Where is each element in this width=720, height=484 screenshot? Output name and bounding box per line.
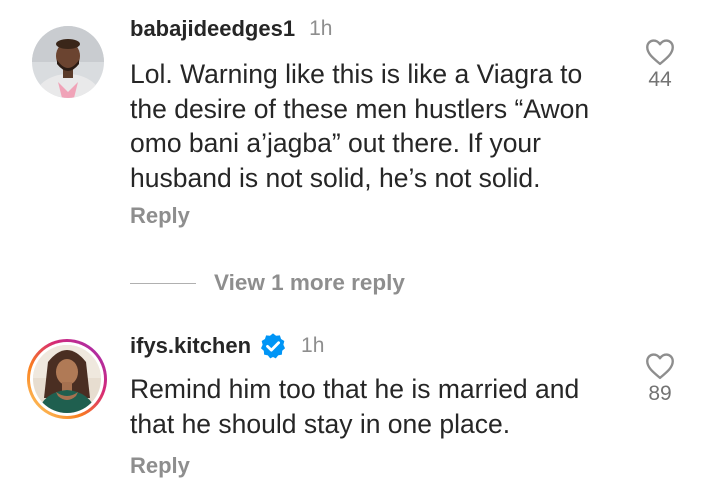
comment-text: Remind him too that he is married and th… <box>130 374 580 439</box>
reply-button[interactable]: Reply <box>130 453 190 479</box>
comment-header: babajideedges1 1h <box>130 16 332 42</box>
like-count: 89 <box>648 382 672 405</box>
view-more-replies-label: View 1 more reply <box>214 270 405 295</box>
comment-babajideedges1: babajideedges1 1h Lol. Warning like this… <box>0 0 720 260</box>
comment-ifys-kitchen: ifys.kitchen 1h Remind him too that he i… <box>0 320 720 484</box>
timestamp: 1h <box>301 334 325 357</box>
view-more-replies-button[interactable]: View 1 more reply <box>130 270 405 296</box>
timestamp: 1h <box>309 17 333 40</box>
heart-outline-icon[interactable] <box>645 352 675 380</box>
like-control: 44 <box>630 38 690 92</box>
username-link[interactable]: ifys.kitchen <box>130 333 251 359</box>
man-avatar-icon <box>32 26 104 98</box>
avatar[interactable] <box>26 338 108 420</box>
avatar[interactable] <box>32 26 104 98</box>
heart-outline-icon[interactable] <box>645 38 675 66</box>
comment-header: ifys.kitchen 1h <box>130 332 324 360</box>
verified-badge-icon <box>261 333 286 359</box>
username-link[interactable]: babajideedges1 <box>130 16 295 42</box>
like-control: 89 <box>630 352 690 406</box>
comment-text: Lol. Warning like this is like a Viagra … <box>130 59 590 193</box>
divider-line <box>130 282 196 284</box>
woman-avatar-story-ring-icon <box>27 339 107 419</box>
like-count: 44 <box>648 68 672 91</box>
reply-button[interactable]: Reply <box>130 203 190 229</box>
